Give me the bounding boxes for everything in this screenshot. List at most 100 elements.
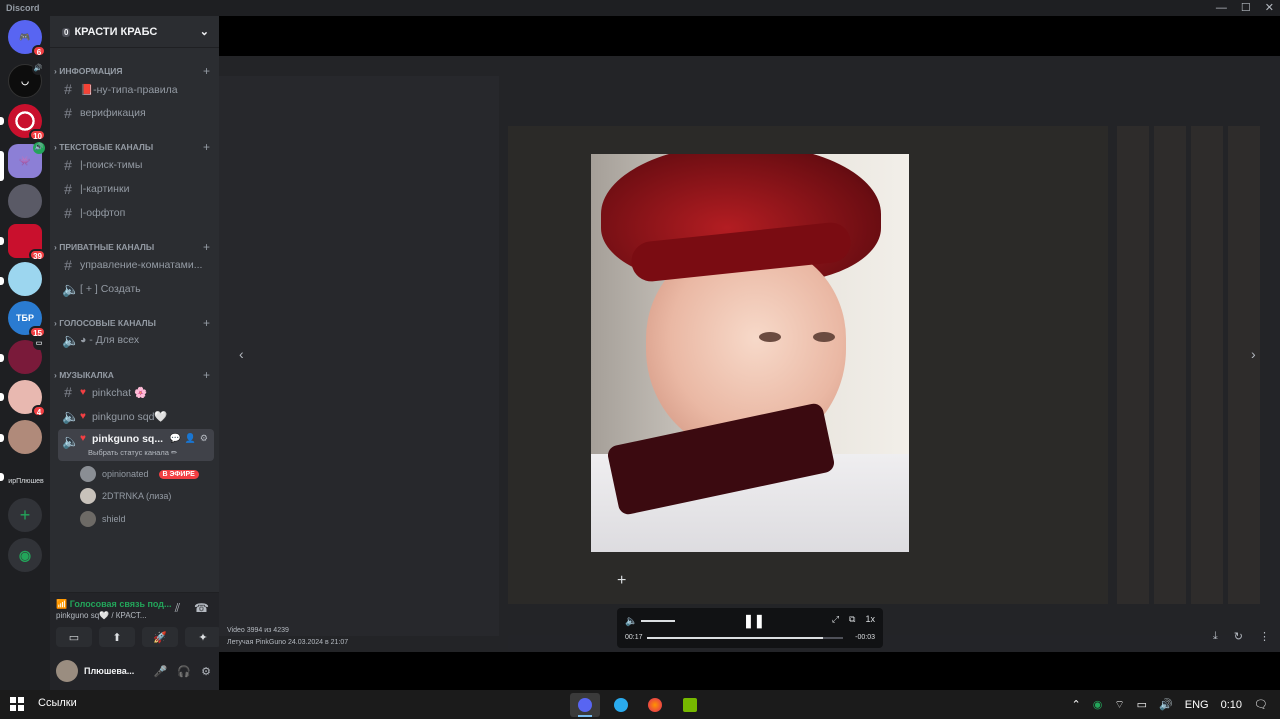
category-voice[interactable]: › ГОЛОСОВЫЕ КАНАЛЫ + <box>54 316 210 330</box>
minimize-button[interactable]: — <box>1216 0 1227 16</box>
notifications-icon[interactable]: 🗨 <box>1254 698 1268 711</box>
channel-pinkchat[interactable]: # ♥ pinkchat 🌸 <box>58 381 214 403</box>
channel-create[interactable]: 🔈 [ + ] Создать <box>58 278 214 300</box>
voice-user[interactable]: 2DTRNKA (лиза) <box>80 486 171 506</box>
disconnect-icon[interactable]: ☎ <box>194 601 209 616</box>
progress-bar[interactable] <box>647 637 843 639</box>
category-private[interactable]: › ПРИВАТНЫЕ КАНАЛЫ + <box>54 240 210 254</box>
time-remaining: -00:03 <box>855 634 875 641</box>
clock[interactable]: 0:10 <box>1221 699 1242 711</box>
server-icon[interactable]: ◡ 🔊 <box>8 63 44 98</box>
voice-status[interactable]: 📶 Голосовая связь под... <box>56 599 172 610</box>
speed-icon[interactable]: 1x <box>865 614 875 625</box>
channel-pics[interactable]: # |-картинки <box>58 178 214 200</box>
status-icon[interactable]: ◉ <box>1093 698 1103 711</box>
language-indicator[interactable]: ENG <box>1185 699 1209 711</box>
taskbar-nvidia[interactable] <box>675 693 705 717</box>
pip-icon[interactable]: ⧉ <box>849 614 855 625</box>
category-text[interactable]: › ТЕКСТОВЫЕ КАНАЛЫ + <box>54 140 210 154</box>
noise-suppression-icon[interactable]: ⫽ <box>175 601 180 616</box>
volume-icon[interactable]: 🔈 <box>625 616 637 627</box>
discord-home-button[interactable]: 🎮 6 <box>8 20 46 57</box>
app-title: Discord <box>6 3 40 13</box>
windows-start-icon[interactable] <box>10 697 24 711</box>
more-icon[interactable]: ⋮ <box>1259 630 1270 643</box>
unread-badge: 39 <box>29 249 46 261</box>
download-icon[interactable]: ⤓ <box>1213 630 1218 643</box>
voice-location[interactable]: pinkguno sq🤍 / КРАСТ... <box>56 611 147 620</box>
chevron-up-icon[interactable]: ⌃ <box>1071 698 1080 711</box>
forward-icon[interactable]: ↻ <box>1234 630 1243 643</box>
volume-slider[interactable] <box>641 620 675 622</box>
guild-header[interactable]: 0 КРАСТИ КРАБС ⌄ <box>50 16 219 48</box>
links-label[interactable]: Ссылки <box>38 697 77 709</box>
server-icon[interactable] <box>8 420 42 454</box>
plus-icon[interactable]: + <box>203 240 210 254</box>
prev-arrow-icon[interactable]: ‹ <box>239 346 244 362</box>
active-indicator <box>578 715 592 717</box>
channel-label: |-поиск-тимы <box>80 159 143 171</box>
next-arrow-icon[interactable]: › <box>1251 346 1256 362</box>
activity-button[interactable]: 🚀 <box>142 627 178 647</box>
taskbar-discord[interactable] <box>570 693 600 717</box>
channel-pinkguno-active[interactable]: 🔈 ♥ pinkguno sq... 💬 👤 ⚙ Выбрать статус … <box>58 429 214 461</box>
plus-icon[interactable]: + <box>203 64 210 78</box>
avatar[interactable] <box>56 660 78 682</box>
maximize-button[interactable]: ☐ <box>1241 0 1251 16</box>
server-icon[interactable] <box>8 184 42 218</box>
channel-verify[interactable]: # верификация <box>58 102 214 124</box>
smile-face-icon: ◡ <box>21 75 29 86</box>
wifi-icon[interactable]: ⌔ <box>1114 698 1124 712</box>
plus-icon[interactable]: + <box>203 140 210 154</box>
category-music[interactable]: › МУЗЫКАЛКА + <box>54 368 210 382</box>
voice-user[interactable]: shield <box>80 509 126 529</box>
server-icon[interactable]: ТБР 15 <box>8 301 46 338</box>
voice-user[interactable]: opinionated В ЭФИРЕ <box>80 464 199 484</box>
voice-panel-icons: ⫽ ☎ <box>175 601 209 616</box>
category-label: › ПРИВАТНЫЕ КАНАЛЫ <box>54 242 155 252</box>
mic-icon[interactable]: 🎤 <box>154 665 168 678</box>
category-info[interactable]: › ИНФОРМАЦИЯ + <box>54 64 210 78</box>
pause-button[interactable]: ❚❚ <box>743 613 765 629</box>
channel-offtop[interactable]: # |-оффтоп <box>58 202 214 224</box>
plus-icon[interactable]: + <box>203 316 210 330</box>
category-label: › МУЗЫКАЛКА <box>54 370 114 380</box>
channel-status-hint[interactable]: Выбрать статус канала ✏ <box>88 448 177 457</box>
channel-rules[interactable]: # 📕-ну-типа-правила <box>58 78 214 100</box>
folder-label[interactable]: ирПлюшев <box>6 478 46 485</box>
server-icon[interactable]: 10 <box>8 104 46 141</box>
invite-icon[interactable]: 👤 <box>185 433 196 444</box>
server-icon[interactable] <box>8 262 42 296</box>
channel-manage-rooms[interactable]: # управление-комнатами... <box>58 254 214 276</box>
gear-icon[interactable]: ⚙ <box>200 433 208 444</box>
hash-icon: # <box>64 384 72 400</box>
video-frame[interactable] <box>591 154 909 552</box>
chat-icon[interactable]: 💬 <box>169 433 180 444</box>
server-icon[interactable]: ▭ <box>8 338 45 374</box>
gear-icon[interactable]: ⚙ <box>201 665 211 678</box>
server-icon[interactable]: 4 <box>8 380 46 417</box>
fullscreen-icon[interactable]: ⤢ <box>832 614 839 625</box>
taskbar-telegram[interactable] <box>606 693 636 717</box>
user-name[interactable]: Плюшева... <box>84 666 134 676</box>
server-icon-active[interactable]: 👾 🔊 <box>8 142 45 178</box>
close-button[interactable]: ✕ <box>1265 0 1274 16</box>
soundboard-button[interactable]: ✦ <box>185 627 221 647</box>
explore-button[interactable]: ◉ <box>8 538 42 572</box>
chevron-down-icon[interactable]: ⌄ <box>200 25 209 38</box>
camera-button[interactable]: ▭ <box>56 627 92 647</box>
channel-for-all[interactable]: 🔈 ◕ - Для всех <box>58 329 214 351</box>
volume-icon[interactable]: 🔊 <box>1159 698 1173 711</box>
speaker-icon: 🔊 <box>33 142 45 154</box>
server-icon[interactable]: 39 <box>8 224 46 261</box>
add-server-button[interactable]: + <box>8 498 42 532</box>
taskbar-firefox[interactable] <box>640 693 670 717</box>
screen-share-button[interactable]: ⬆ <box>99 627 135 647</box>
channel-pinkguno-sqd[interactable]: 🔈 ♥ pinkguno sqd🤍 <box>58 405 214 427</box>
plus-icon[interactable]: + <box>203 368 210 382</box>
server-abbrev-icon: ТБР <box>16 313 34 323</box>
channel-search[interactable]: # |-поиск-тимы <box>58 154 214 176</box>
headphones-icon[interactable]: 🎧 <box>177 665 191 678</box>
battery-icon[interactable]: ▭ <box>1137 698 1147 711</box>
channel-actions: 💬 👤 ⚙ <box>169 433 208 444</box>
